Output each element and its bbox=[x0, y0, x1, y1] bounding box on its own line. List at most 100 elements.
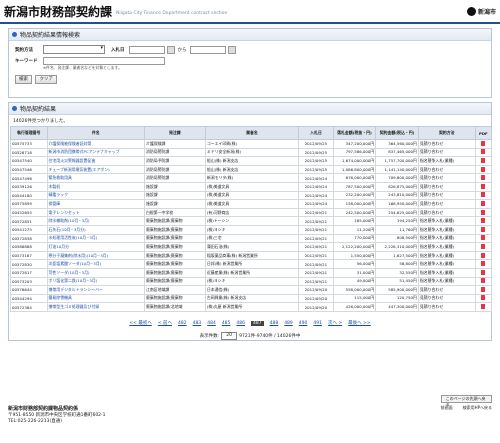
pdf-icon[interactable] bbox=[481, 200, 486, 206]
search-button[interactable]: 検索 bbox=[15, 75, 32, 84]
pdf-icon[interactable] bbox=[481, 243, 486, 249]
pager-last-link[interactable]: 最後へ >> bbox=[348, 321, 370, 326]
per-page-select[interactable]: 20 bbox=[221, 331, 238, 340]
item-name-cell[interactable]: 水処理用活性炭(10月~3月) bbox=[46, 233, 145, 244]
pager-page-link[interactable]: 489 bbox=[284, 321, 293, 326]
control-number-cell: 00573167 bbox=[10, 250, 48, 261]
control-number-cell: 00573203 bbox=[10, 276, 48, 287]
item-name-cell[interactable]: 介護保険被保険者証封筒 bbox=[46, 139, 145, 149]
pdf-icon[interactable] bbox=[481, 166, 486, 172]
pager-page-link[interactable]: 483 bbox=[193, 321, 202, 326]
date-to-input[interactable] bbox=[189, 45, 226, 54]
footer-link-search-home[interactable]: 検索用HPへ戻る bbox=[463, 405, 492, 411]
item-name-cell[interactable]: 携帯型生ゴミ処理器及び付録 bbox=[46, 302, 145, 312]
pager-page-link[interactable]: 485 bbox=[222, 321, 231, 326]
pdf-icon[interactable] bbox=[481, 140, 486, 146]
contract-amount-cell: 120,750円 bbox=[375, 293, 419, 304]
keyword-input[interactable] bbox=[43, 56, 165, 65]
search-form: 契約方法 入札日 から キーワード ※件名、発注課、業者名などを対象とします。 … bbox=[9, 41, 491, 97]
per-page-label: 表示件数: bbox=[199, 333, 220, 339]
pager-page-link[interactable]: 484 bbox=[207, 321, 216, 326]
pdf-icon[interactable] bbox=[481, 183, 486, 189]
vendor-cell: コーエイ印刷(株) bbox=[204, 139, 300, 149]
item-name-cell[interactable]: 簡易除雪機具 bbox=[46, 293, 145, 304]
pdf-icon[interactable] bbox=[481, 209, 486, 215]
city-logo[interactable]: 新潟市 bbox=[466, 6, 496, 16]
contract-method-cell: 見積り合わせ bbox=[417, 147, 476, 158]
vendor-cell: (株)三宅 bbox=[204, 233, 300, 244]
pdf-cell bbox=[474, 147, 493, 158]
method-select[interactable] bbox=[43, 45, 105, 54]
pager-prev-link[interactable]: < 前へ bbox=[158, 321, 172, 326]
pager-next-link[interactable]: 次へ > bbox=[328, 321, 342, 326]
pdf-icon[interactable] bbox=[481, 278, 486, 284]
contract-method-cell: 見積り合わせ bbox=[417, 302, 476, 312]
pager-page-link[interactable]: 482 bbox=[178, 321, 187, 326]
item-name-cell[interactable]: 電子レンジセット bbox=[46, 207, 145, 218]
pdf-cell bbox=[474, 285, 493, 295]
pager-page-link[interactable]: 487 bbox=[251, 320, 264, 326]
date-from-input[interactable] bbox=[128, 45, 165, 54]
contract-amount-cell: 364,560,000円 bbox=[375, 139, 419, 149]
item-name-cell[interactable]: 苛性ソーダ(10月~3月) bbox=[46, 267, 145, 278]
item-name-cell[interactable]: 携帯用デジタルトランシーバー bbox=[46, 285, 145, 295]
item-name-cell[interactable]: 緊急救助用具 bbox=[46, 173, 145, 183]
item-name-cell[interactable]: 精鑑ラック bbox=[46, 190, 145, 201]
pdf-icon[interactable] bbox=[481, 261, 486, 267]
pdf-icon[interactable] bbox=[481, 149, 486, 155]
search-row-method: 契約方法 入札日 から bbox=[15, 45, 485, 54]
pdf-icon[interactable] bbox=[481, 218, 486, 224]
item-name-cell[interactable]: 木製机 bbox=[46, 181, 145, 192]
contract-method-cell: 見積り合わせ bbox=[417, 173, 476, 183]
bid-date-cell: 2012/09/20 bbox=[298, 285, 334, 295]
table-row: 00572364 携帯型生ゴミ処理器及び付録 廃棄物施設課(北地域 (株)丸屋 新潟営… bbox=[10, 302, 493, 312]
vendor-cell: 船山(株) 新潟支店 bbox=[204, 156, 300, 166]
pager-page-link[interactable]: 491 bbox=[313, 321, 322, 326]
item-name-cell[interactable]: 石灰石(10月~3月分) bbox=[46, 224, 145, 235]
table-row: 00572817 苛性ソーダ(10月~3月) 廃棄物施設課(廃棄物 近藤産業(株) 新… bbox=[10, 267, 493, 278]
pdf-icon[interactable] bbox=[481, 157, 486, 163]
table-row: 00544180 精鑑ラック 施設課 (株)美道文具 2012/09/24 232,200… bbox=[10, 190, 493, 201]
pdf-icon[interactable] bbox=[481, 304, 486, 310]
pager-page-link[interactable]: 488 bbox=[270, 321, 279, 326]
table-row: 00573167 寒分子凝集剤(除水用)(10月~3月) 廃棄物施設課(廃棄物 稲坂薬… bbox=[10, 250, 493, 261]
pdf-cell bbox=[474, 293, 493, 304]
pager-page-link[interactable]: 486 bbox=[236, 321, 245, 326]
pager-first-link[interactable]: << 最初へ bbox=[129, 321, 151, 326]
pdf-icon[interactable] bbox=[481, 192, 486, 198]
item-name-cell[interactable]: チェーブ新潟用壊気装置(エアポン) bbox=[46, 164, 145, 175]
back-to-top-link[interactable]: このページの先頭へ戻る bbox=[440, 395, 492, 407]
department-cell: 江南区地域課 bbox=[143, 285, 206, 295]
control-number-cell: 00452655 bbox=[10, 207, 48, 218]
department-cell: 介護保険課 bbox=[143, 139, 206, 149]
control-number-cell: 00541275 bbox=[10, 224, 48, 235]
pdf-icon[interactable] bbox=[481, 252, 486, 258]
pdf-icon[interactable] bbox=[481, 295, 486, 301]
item-name-cell[interactable]: 住宅用火災警報器設置促進 bbox=[46, 156, 145, 166]
item-name-cell[interactable]: 寒分子凝集剤(除水用)(10月~3月) bbox=[46, 250, 145, 261]
pdf-icon[interactable] bbox=[481, 235, 486, 241]
bid-amount-cell: 31,000円 bbox=[332, 267, 377, 278]
item-name-cell[interactable]: 次亜塩素酸ソーダ(10月~3月) bbox=[46, 259, 145, 269]
pager-page-link[interactable]: 490 bbox=[299, 321, 308, 326]
pdf-cell bbox=[474, 242, 493, 252]
pdf-icon[interactable] bbox=[481, 286, 486, 292]
item-name-cell[interactable]: 除水補助剤(10月~3月) bbox=[46, 216, 145, 226]
pdf-icon[interactable] bbox=[481, 269, 486, 275]
table-row: 00575733 介護保険被保険者証封筒 介護保険課 コーエイ印刷(株) 2012/09… bbox=[10, 139, 493, 149]
pdf-icon[interactable] bbox=[481, 175, 486, 181]
bid-date-cell: 2012/09/20 bbox=[298, 302, 334, 312]
item-name-cell[interactable]: 保管庫 bbox=[46, 199, 145, 209]
item-name-cell[interactable]: 新潟市消防団携帯式PCアンテナキャップ bbox=[46, 147, 145, 158]
clear-button[interactable]: クリア bbox=[35, 75, 57, 84]
pdf-icon[interactable] bbox=[481, 226, 486, 232]
bid-date-cell: 2012/09/21 bbox=[298, 267, 334, 278]
table-row: 00573203 ポリ塩化第二鉄(10月~3月) 廃棄物施設課(廃棄物 (株)ヨシキ 2… bbox=[10, 276, 493, 287]
date-to-label: から bbox=[177, 47, 187, 53]
calendar-icon[interactable] bbox=[227, 45, 236, 54]
bid-amount-cell: 11,200円 bbox=[332, 224, 377, 235]
item-name-cell[interactable]: 灯油10月分 bbox=[46, 242, 145, 252]
calendar-icon[interactable] bbox=[166, 45, 175, 54]
contract-amount-cell: 51,450円 bbox=[375, 276, 419, 287]
item-name-cell[interactable]: ポリ塩化第二鉄(10月~3月) bbox=[46, 276, 145, 287]
